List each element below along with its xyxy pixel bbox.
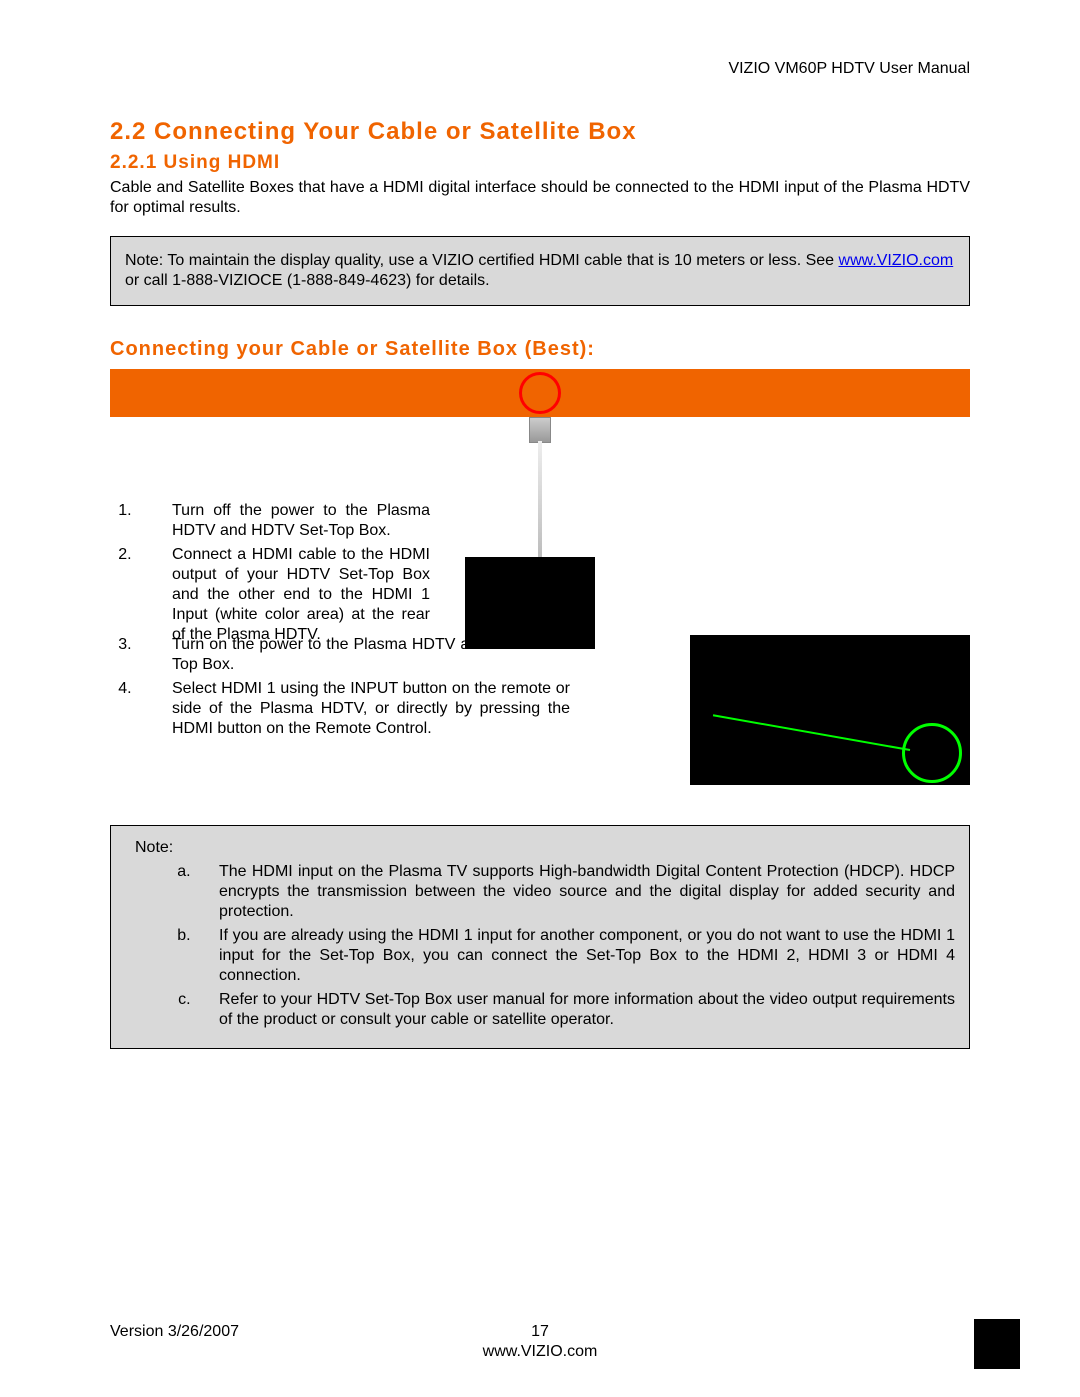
section-heading-2-2: 2.2 Connecting Your Cable or Satellite B…	[110, 118, 970, 146]
page-header: VIZIO VM60P HDTV User Manual	[110, 60, 970, 78]
note2-label: Note:	[135, 838, 955, 858]
cable-diagram: Turn off the power to the Plasma HDTV an…	[110, 417, 970, 627]
tv-image	[690, 635, 970, 785]
page-footer: Version 3/26/2007 17 www.VIZIO.com	[110, 1323, 970, 1361]
footer-version: Version 3/26/2007	[110, 1323, 239, 1341]
note2-item-c: Refer to your HDTV Set-Top Box user manu…	[195, 990, 955, 1030]
corner-mark-icon	[974, 1319, 1020, 1369]
footer-page-number: 17	[531, 1323, 549, 1341]
vizio-link[interactable]: www.VIZIO.com	[839, 252, 954, 269]
steps-group-2: Turn on the power to the Plasma HDTV and…	[110, 635, 570, 739]
manual-page: VIZIO VM60P HDTV User Manual 2.2 Connect…	[0, 0, 1080, 1397]
section-heading-2-2-1: 2.2.1 Using HDMI	[110, 152, 970, 174]
step-1: Turn off the power to the Plasma HDTV an…	[136, 501, 430, 541]
hdmi-port-highlight-icon	[519, 372, 561, 414]
note-box-1: Note: To maintain the display quality, u…	[110, 236, 970, 306]
tv-port-strip	[110, 369, 970, 417]
step-3: Turn on the power to the Plasma HDTV and…	[136, 635, 570, 675]
note2-item-a: The HDMI input on the Plasma TV supports…	[195, 862, 955, 922]
footer-url: www.VIZIO.com	[110, 1343, 970, 1361]
input-button-highlight-icon	[902, 723, 962, 783]
intro-paragraph: Cable and Satellite Boxes that have a HD…	[110, 178, 970, 218]
subheading-best: Connecting your Cable or Satellite Box (…	[110, 338, 970, 361]
steps-group-1: Turn off the power to the Plasma HDTV an…	[110, 501, 430, 649]
note1-prefix: Note: To maintain the display quality, u…	[125, 252, 839, 269]
step-2: Connect a HDMI cable to the HDMI output …	[136, 545, 430, 645]
note2-item-b: If you are already using the HDMI 1 inpu…	[195, 926, 955, 986]
steps-and-tv-row: Turn on the power to the Plasma HDTV and…	[110, 635, 970, 795]
hdmi-cable-icon	[538, 441, 542, 561]
callout-line-icon	[713, 714, 910, 751]
step-4: Select HDMI 1 using the INPUT button on …	[136, 679, 570, 739]
hdmi-plug-top-icon	[529, 417, 551, 443]
note-box-2: Note: The HDMI input on the Plasma TV su…	[110, 825, 970, 1049]
note1-suffix: or call 1-888-VIZIOCE (1-888-849-4623) f…	[125, 272, 490, 289]
